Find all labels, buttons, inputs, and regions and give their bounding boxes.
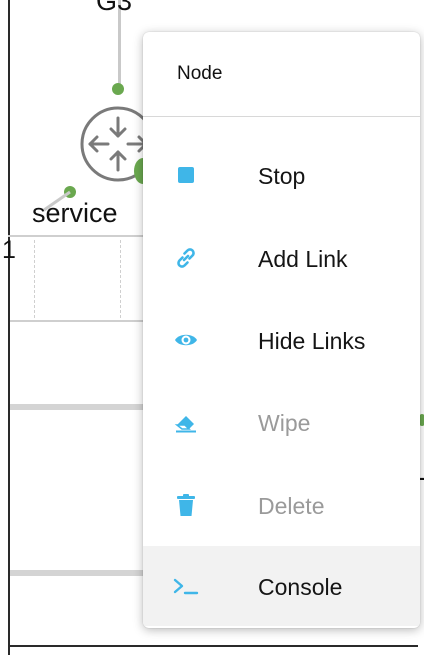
trash-icon bbox=[173, 491, 199, 519]
node-context-menu: Node Stop Add Link Hide Links Wipe Delet… bbox=[143, 32, 420, 628]
link-icon bbox=[173, 244, 199, 272]
menu-item-add-link[interactable]: Add Link bbox=[143, 218, 420, 298]
link-line[interactable] bbox=[10, 404, 150, 410]
menu-item-console[interactable]: Console bbox=[143, 546, 420, 626]
node-label-partial: 1 bbox=[2, 236, 16, 264]
grid-dash bbox=[34, 240, 35, 318]
grid-line bbox=[8, 235, 143, 237]
port-dot[interactable] bbox=[112, 83, 124, 95]
grid-dash bbox=[120, 240, 121, 318]
grid-line bbox=[10, 320, 150, 322]
menu-item-label: Delete bbox=[258, 493, 325, 519]
menu-item-label: Stop bbox=[258, 163, 306, 189]
menu-title: Node bbox=[177, 63, 223, 84]
menu-item-label: Add Link bbox=[258, 246, 348, 272]
menu-item-hide-links[interactable]: Hide Links bbox=[143, 300, 420, 380]
eraser-icon bbox=[173, 408, 199, 436]
menu-item-label: Console bbox=[258, 574, 343, 600]
menu-item-label: Hide Links bbox=[258, 328, 366, 354]
node-label-top: G3 bbox=[96, 0, 133, 16]
canvas-frame-bottom bbox=[8, 645, 418, 647]
menu-item-stop[interactable]: Stop bbox=[143, 135, 420, 215]
menu-header: Node bbox=[143, 32, 420, 117]
link-line[interactable] bbox=[10, 570, 150, 576]
console-prompt-icon bbox=[173, 572, 199, 600]
stop-square-icon bbox=[173, 161, 199, 189]
canvas-frame-left bbox=[8, 0, 10, 655]
menu-item-delete[interactable]: Delete bbox=[143, 465, 420, 545]
eye-icon bbox=[173, 326, 199, 354]
menu-item-label: Wipe bbox=[258, 410, 311, 436]
node-label-bottom: service bbox=[32, 198, 118, 228]
menu-item-wipe[interactable]: Wipe bbox=[143, 382, 420, 462]
